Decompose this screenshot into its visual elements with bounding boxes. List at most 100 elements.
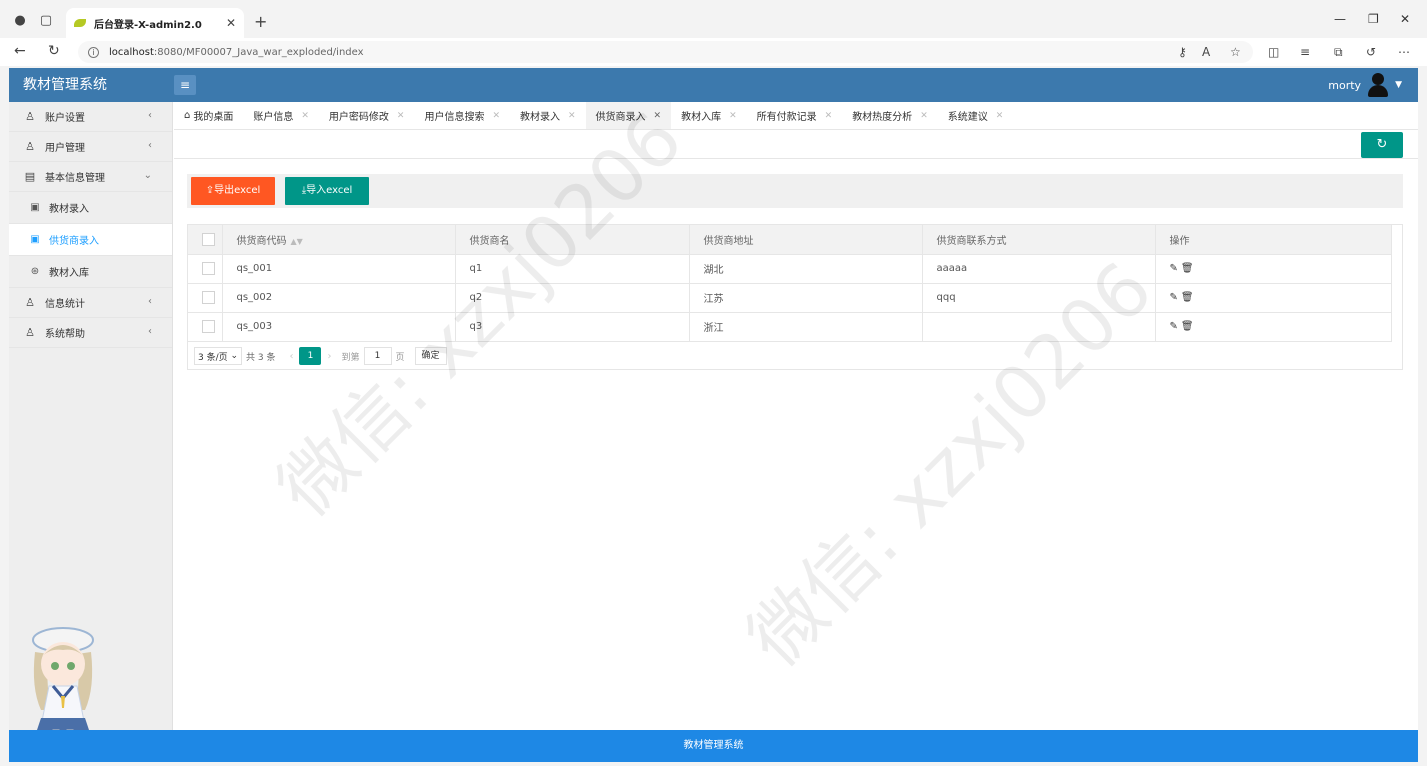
sort-icon[interactable]: ▲▼	[291, 237, 303, 246]
profile-icon[interactable]: ●	[12, 12, 28, 28]
tab-textbook-stock-in[interactable]: 教材入库 ✕	[671, 102, 747, 129]
sidebar-item-label: 信息统计	[45, 299, 85, 310]
chevron-left-icon: ‹	[148, 326, 152, 337]
page-unit: 页	[395, 352, 405, 363]
history-icon[interactable]: ↺	[1366, 45, 1376, 59]
url-text: localhost:8080/MF00007_Java_war_exploded…	[109, 46, 364, 58]
export-excel-button[interactable]: ⇪导出excel	[191, 177, 275, 205]
tab-my-desktop[interactable]: ⌂ 我的桌面	[174, 102, 243, 129]
prev-page-icon[interactable]: ‹	[289, 351, 293, 362]
tab-system-suggestion[interactable]: 系统建议 ✕	[938, 102, 1014, 129]
sidebar-item-help[interactable]: ♙ 系统帮助 ‹	[9, 318, 172, 348]
row-checkbox[interactable]	[202, 320, 215, 333]
browser-tab[interactable]: 后台登录-X-admin2.0 ✕	[66, 8, 244, 38]
goto-confirm-button[interactable]: 确定	[414, 347, 447, 365]
select-all-checkbox[interactable]	[202, 232, 215, 246]
tab-textbook-entry[interactable]: 教材录入 ✕	[510, 102, 586, 129]
chevron-down-icon: ⌄	[143, 170, 152, 181]
sidebar-subitem-supplier-entry[interactable]: ▣ 供货商录入	[9, 224, 172, 256]
collections-icon[interactable]: ⧉	[1334, 45, 1343, 60]
col-supplier-address: 供货商地址	[689, 225, 923, 255]
total-count: 共 3 条	[246, 352, 276, 363]
tab-password-change[interactable]: 用户密码修改 ✕	[319, 102, 415, 129]
read-aloud-icon[interactable]: A	[1202, 45, 1210, 59]
app-logo[interactable]: 教材管理系统	[9, 68, 173, 102]
current-page[interactable]: 1	[299, 347, 322, 365]
split-screen-icon[interactable]: ◫	[1268, 45, 1279, 59]
cell-contact: aaaaa	[922, 254, 1156, 284]
close-icon[interactable]: ✕	[301, 111, 309, 121]
row-checkbox[interactable]	[202, 291, 215, 304]
sidebar-item-account-settings[interactable]: ♙ 账户设置 ‹	[9, 102, 172, 132]
sidebar-subitem-textbook-entry[interactable]: ▣ 教材录入	[9, 192, 172, 224]
window-close-icon[interactable]: ✕	[1400, 12, 1410, 26]
close-icon[interactable]: ✕	[920, 111, 928, 121]
close-icon[interactable]: ✕	[654, 111, 662, 121]
url-field[interactable]: i localhost:8080/MF00007_Java_war_explod…	[78, 41, 1253, 63]
sidebar-item-label: 系统帮助	[45, 329, 85, 340]
reload-icon[interactable]: ↻	[48, 43, 60, 59]
sidebar-item-statistics[interactable]: ♙ 信息统计 ‹	[9, 288, 172, 318]
menu-toggle-icon[interactable]: ≡	[174, 75, 196, 95]
restore-icon[interactable]: ❐	[1368, 12, 1379, 26]
trash-icon[interactable]: 🗑	[1181, 263, 1197, 274]
close-icon[interactable]: ✕	[729, 111, 737, 121]
goto-page-input[interactable]: 1	[363, 347, 392, 365]
cell-name: q2	[455, 283, 690, 313]
edit-icon[interactable]: ✎	[1170, 292, 1181, 303]
select-all-cell[interactable]	[188, 225, 223, 255]
favorites-list-icon[interactable]: ≡	[1300, 45, 1310, 59]
doc-icon: ▣	[30, 202, 40, 213]
key-icon[interactable]: ⚷	[1178, 45, 1187, 59]
sidebar-item-label: 账户设置	[45, 113, 85, 124]
edit-icon[interactable]: ✎	[1170, 263, 1181, 274]
user-menu[interactable]: morty ▼	[1328, 68, 1402, 102]
col-supplier-code[interactable]: 供货商代码 ▲▼	[222, 225, 456, 255]
refresh-button[interactable]: ↻	[1361, 132, 1403, 158]
tab-label: 教材入库	[681, 112, 722, 123]
page-size-select[interactable]: 3 条/页 ⌄	[194, 347, 243, 365]
close-icon[interactable]: ✕	[568, 111, 576, 121]
sidebar-item-label: 基本信息管理	[45, 173, 105, 184]
tab-label: 教材录入	[520, 112, 560, 123]
trash-icon[interactable]: 🗑	[1181, 292, 1197, 303]
username: morty	[1328, 78, 1362, 92]
close-icon[interactable]: ✕	[825, 111, 833, 121]
divider	[174, 158, 1418, 159]
tab-supplier-entry[interactable]: 供货商录入 ✕	[585, 102, 672, 129]
tab-actions-icon[interactable]: ▢	[38, 12, 54, 28]
trash-icon[interactable]: 🗑	[1181, 321, 1197, 332]
close-icon[interactable]: ✕	[996, 111, 1004, 121]
row-checkbox[interactable]	[202, 262, 215, 275]
new-tab-icon[interactable]: +	[254, 12, 267, 31]
next-page-icon[interactable]: ›	[327, 351, 331, 362]
sidebar-subitem-textbook-stock-in[interactable]: ⊛ 教材入库	[9, 256, 172, 288]
import-excel-button[interactable]: ⤓导入excel	[285, 177, 369, 205]
edit-icon[interactable]: ✎	[1170, 321, 1181, 332]
app-header: 教材管理系统 ≡ morty ▼	[9, 68, 1418, 102]
close-icon[interactable]: ✕	[492, 111, 500, 121]
favorite-icon[interactable]: ☆	[1230, 45, 1241, 59]
close-icon[interactable]: ✕	[226, 16, 236, 30]
cell-contact: qqq	[922, 283, 1156, 313]
info-icon[interactable]: i	[88, 46, 99, 58]
tab-textbook-popularity[interactable]: 教材热度分析 ✕	[842, 102, 938, 129]
col-supplier-name: 供货商名	[455, 225, 690, 255]
avatar-icon	[1367, 73, 1389, 97]
minimize-icon[interactable]: —	[1334, 12, 1346, 26]
cell-address: 浙江	[689, 312, 923, 342]
app-window: 教材管理系统 ≡ morty ▼ ♙ 账户设置 ‹ ♙ 用户管理 ‹ ▤ 基本信	[9, 68, 1418, 762]
user-icon: ♙	[25, 326, 35, 339]
cell-code: qs_003	[222, 312, 456, 342]
sidebar-item-basic-info[interactable]: ▤ 基本信息管理 ⌄	[9, 162, 172, 192]
caret-down-icon: ▼	[1395, 80, 1402, 90]
back-icon[interactable]: ←	[14, 43, 26, 59]
tab-user-search[interactable]: 用户信息搜索 ✕	[414, 102, 510, 129]
tab-label: 系统建议	[947, 112, 988, 123]
close-icon[interactable]: ✕	[397, 111, 405, 121]
tab-payment-records[interactable]: 所有付款记录 ✕	[747, 102, 843, 129]
more-icon[interactable]: ⋯	[1398, 45, 1410, 59]
import-label: 导入excel	[306, 185, 353, 196]
tab-account-info[interactable]: 账户信息 ✕	[243, 102, 319, 129]
sidebar-item-user-management[interactable]: ♙ 用户管理 ‹	[9, 132, 172, 162]
